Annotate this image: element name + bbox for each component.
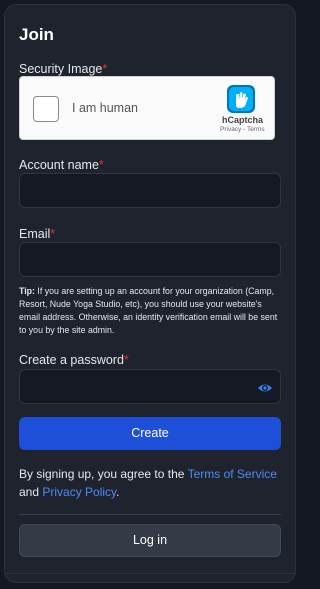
card-footer-line (5, 573, 295, 574)
privacy-policy-link[interactable]: Privacy Policy (42, 485, 116, 499)
required-mark: * (102, 62, 108, 76)
hcaptcha-logo-icon (227, 85, 255, 113)
account-name-label: Account name* (19, 158, 104, 172)
join-card: Join Security Image* I am human hCaptcha… (4, 4, 296, 583)
password-label: Create a password* (19, 353, 129, 367)
account-name-input[interactable] (19, 173, 281, 208)
email-label: Email* (19, 227, 56, 241)
terms-notice: By signing up, you agree to the Terms of… (19, 467, 277, 499)
email-input[interactable] (19, 242, 281, 277)
captcha-terms-link[interactable]: Terms (247, 126, 265, 133)
captcha-brand: hCaptcha (222, 115, 264, 125)
security-image-label: Security Image* (19, 62, 108, 76)
page-title: Join (19, 25, 54, 44)
terms-of-service-link[interactable]: Terms of Service (188, 467, 277, 481)
captcha-privacy-link[interactable]: Privacy (220, 126, 241, 133)
captcha-legal: Privacy - Terms (220, 126, 265, 133)
password-input[interactable] (19, 369, 281, 404)
eye-icon[interactable] (257, 380, 273, 396)
create-button[interactable]: Create (19, 417, 281, 450)
captcha-label: I am human (72, 101, 139, 115)
divider (19, 514, 281, 515)
email-tip: Tip: If you are setting up an account fo… (19, 286, 278, 335)
captcha-checkbox[interactable] (33, 96, 59, 122)
login-button[interactable]: Log in (19, 524, 281, 557)
captcha-widget[interactable]: I am human hCaptcha Privacy - Terms (19, 76, 275, 140)
